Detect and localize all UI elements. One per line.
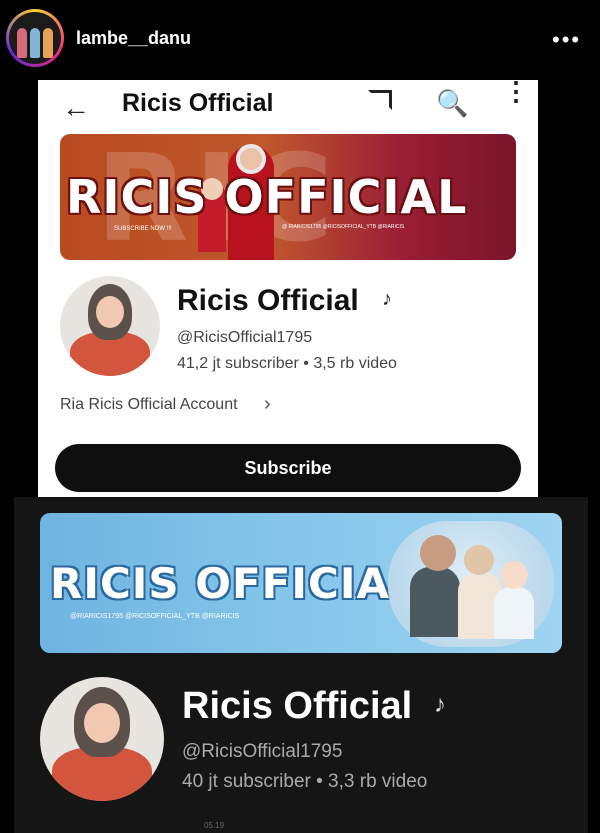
channel-banner: RIC RICIS OFFICIAL SUBSCRIBE NOW !!! @ R… <box>60 134 516 260</box>
channel-stats: 41,2 jt subscriber • 3,5 rb video <box>177 355 397 372</box>
banner-family-photo <box>388 521 554 647</box>
subscribe-button[interactable]: Subscribe <box>55 444 521 492</box>
channel-avatar[interactable] <box>60 276 160 376</box>
banner-socials-old: @RIARICIS1795 @RICISOFFICIAL_YTB @RIARIC… <box>70 613 240 620</box>
chevron-right-icon[interactable]: › <box>264 393 271 416</box>
banner-subscribe-text: SUBSCRIBE NOW !!! <box>114 226 172 232</box>
banner-title-old: RICIS OFFICIAL <box>50 559 418 608</box>
more-horizontal-icon[interactable]: ••• <box>552 27 581 53</box>
timestamp: 05.19 <box>204 821 225 830</box>
more-vertical-icon[interactable]: ⋮ <box>503 78 529 104</box>
channel-handle-old: @RicisOfficial1795 <box>182 741 343 762</box>
channel-handle: @RicisOfficial1795 <box>177 329 313 346</box>
channel-avatar-old[interactable] <box>40 677 164 801</box>
music-note-icon: ♪ <box>382 288 392 310</box>
post-username[interactable]: lambe__danu <box>76 28 191 49</box>
app-title: Ricis Official <box>122 89 274 117</box>
cast-icon[interactable] <box>368 90 392 110</box>
channel-description[interactable]: Ria Ricis Official Account <box>60 396 238 414</box>
search-icon[interactable]: 🔍 <box>436 88 468 119</box>
post-header: lambe__danu ••• <box>0 0 600 80</box>
banner-title: RICIS OFFICIAL <box>66 170 468 224</box>
channel-name: Ricis Official <box>177 284 359 317</box>
channel-name-old: Ricis Official <box>182 685 413 727</box>
screenshot-dark: RICIS OFFICIAL @RIARICIS1795 @RICISOFFIC… <box>14 497 588 833</box>
channel-stats-old: 40 jt subscriber • 3,3 rb video <box>182 771 428 792</box>
channel-banner-old: RICIS OFFICIAL @RIARICIS1795 @RICISOFFIC… <box>40 513 562 653</box>
profile-avatar[interactable] <box>6 9 64 67</box>
banner-socials: @ RIARICIS1795 @RICISOFFICIAL_YTB @RIARI… <box>282 224 405 230</box>
screenshot-light: ← Ricis Official 🔍 ⋮ RIC RICIS OFFICIAL … <box>38 78 538 497</box>
music-note-icon: ♪ <box>434 691 446 718</box>
back-arrow-icon[interactable]: ← <box>62 92 90 124</box>
